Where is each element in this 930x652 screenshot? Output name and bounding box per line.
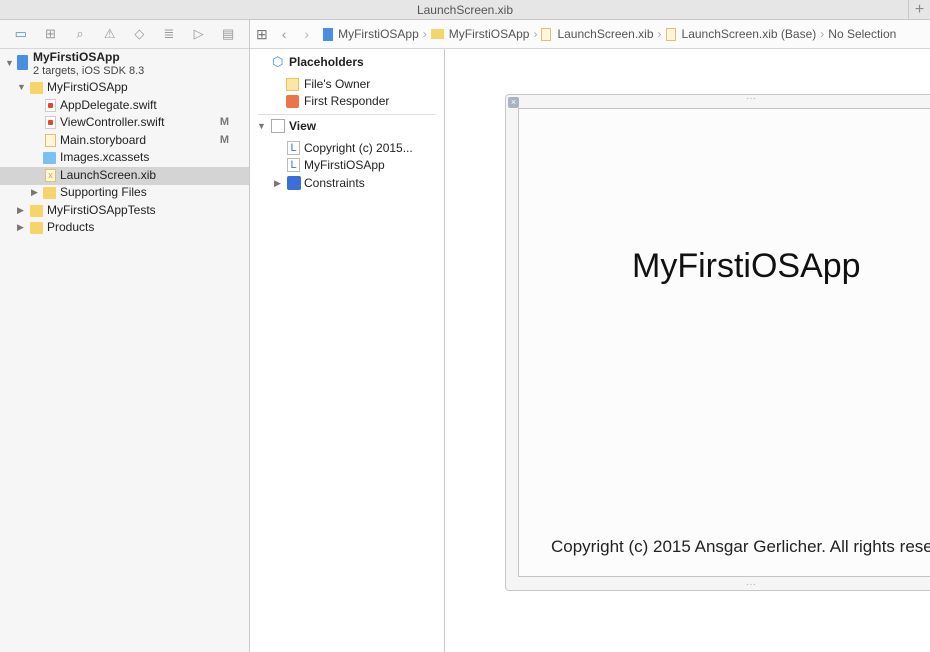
launch-view[interactable]: MyFirstiOSApp Copyright (c) 2015 Ansgar … xyxy=(518,108,930,577)
breadcrumb-selection[interactable]: No Selection xyxy=(828,27,896,41)
disclosure-closed-icon[interactable]: ▶ xyxy=(31,184,38,202)
outline-first-responder[interactable]: First Responder xyxy=(250,92,444,110)
item-label: MyFirstiOSAppTests xyxy=(47,203,156,217)
project-icon xyxy=(17,55,28,70)
drag-handle[interactable]: ··· xyxy=(746,93,756,104)
constraints-icon xyxy=(287,176,301,190)
outline-view[interactable]: ▼ View xyxy=(250,117,444,135)
drag-handle[interactable]: ··· xyxy=(746,579,756,590)
outline-placeholders[interactable]: ⬡ Placeholders xyxy=(250,53,444,71)
project-icon xyxy=(323,27,334,41)
item-label: Products xyxy=(47,220,95,234)
disclosure-closed-icon[interactable]: ▶ xyxy=(17,202,24,220)
outline-label[interactable]: L MyFirstiOSApp xyxy=(250,156,444,174)
item-label: Images.xcassets xyxy=(60,150,150,164)
item-label: AppDelegate.swift xyxy=(60,98,157,112)
item-label: MyFirstiOSApp xyxy=(47,80,128,94)
folder-icon xyxy=(30,222,43,234)
folder-icon xyxy=(30,205,43,217)
close-icon[interactable]: × xyxy=(508,97,519,108)
copyright-label[interactable]: Copyright (c) 2015 Ansgar Gerlicher. All… xyxy=(551,537,930,557)
item-label: MyFirstiOSApp xyxy=(304,158,385,172)
disclosure-open-icon[interactable]: ▼ xyxy=(5,55,14,73)
item-label: File's Owner xyxy=(304,77,371,91)
modified-badge: M xyxy=(219,134,229,146)
nav-item-group[interactable]: ▼ MyFirstiOSApp xyxy=(0,79,249,97)
item-label: View xyxy=(289,119,317,133)
item-label: Placeholders xyxy=(289,55,364,69)
hierarchy-icon[interactable]: ⊞ xyxy=(42,27,58,41)
outline-constraints[interactable]: ▶ Constraints xyxy=(250,174,444,192)
breadcrumb-file[interactable]: LaunchScreen.xib xyxy=(557,27,653,41)
forward-button[interactable]: › xyxy=(304,26,309,42)
first-responder-icon xyxy=(286,95,299,108)
label-icon: L xyxy=(287,158,300,172)
search-icon[interactable]: ⌕ xyxy=(72,27,88,41)
project-navigator: ▭ ⊞ ⌕ ⚠ ◇ ≣ ▷ ▤ ▼ MyFirstiOSApp 2 target… xyxy=(0,20,250,652)
nav-item-group[interactable]: ▶ Supporting Files xyxy=(0,184,249,202)
back-button[interactable]: ‹ xyxy=(282,26,287,42)
label-icon: L xyxy=(287,141,300,155)
xib-file-icon xyxy=(665,27,676,41)
item-label: LaunchScreen.xib xyxy=(60,168,157,182)
item-label: First Responder xyxy=(304,94,390,108)
asset-catalog-icon xyxy=(43,152,56,164)
project-name: MyFirstiOSApp xyxy=(33,50,120,64)
disclosure-closed-icon[interactable]: ▶ xyxy=(274,174,281,192)
outline-label[interactable]: L Copyright (c) 2015... xyxy=(250,139,444,157)
project-root[interactable]: ▼ MyFirstiOSApp 2 targets, iOS SDK 8.3 xyxy=(0,50,249,80)
files-owner-icon xyxy=(286,78,299,91)
item-label: Supporting Files xyxy=(60,185,147,199)
test-icon[interactable]: ◇ xyxy=(131,27,147,41)
item-label: Copyright (c) 2015... xyxy=(304,141,413,155)
navigator-toolbar: ▭ ⊞ ⌕ ⚠ ◇ ≣ ▷ ▤ xyxy=(0,20,249,49)
swift-file-icon xyxy=(45,99,56,112)
app-title-label[interactable]: MyFirstiOSApp xyxy=(632,247,861,286)
folder-icon[interactable]: ▭ xyxy=(13,27,29,41)
report-icon[interactable]: ▤ xyxy=(220,27,236,41)
warning-icon[interactable]: ⚠ xyxy=(102,27,118,41)
view-icon xyxy=(271,119,285,133)
window-title: LaunchScreen.xib xyxy=(0,0,930,20)
debug-icon[interactable]: ≣ xyxy=(161,27,177,41)
folder-icon xyxy=(430,29,444,39)
nav-item-group[interactable]: ▶ MyFirstiOSAppTests xyxy=(0,202,249,220)
item-label: Main.storyboard xyxy=(60,133,147,147)
nav-item-file-selected[interactable]: x LaunchScreen.xib xyxy=(0,167,249,185)
related-items-icon[interactable]: ⊞ xyxy=(256,26,268,43)
add-tab-button[interactable]: + xyxy=(908,0,930,20)
storyboard-file-icon xyxy=(45,134,56,147)
folder-icon xyxy=(43,187,56,199)
disclosure-closed-icon[interactable]: ▶ xyxy=(17,219,24,237)
breadcrumb-project[interactable]: MyFirstiOSApp xyxy=(338,27,419,41)
breadcrumb-localization[interactable]: LaunchScreen.xib (Base) xyxy=(682,27,817,41)
item-label: ViewController.swift xyxy=(60,115,165,129)
disclosure-open-icon[interactable]: ▼ xyxy=(17,79,26,97)
xib-file-icon: x xyxy=(45,169,56,182)
breakpoint-icon[interactable]: ▷ xyxy=(191,27,207,41)
swift-file-icon xyxy=(45,116,56,129)
folder-icon xyxy=(30,82,43,94)
nav-item-group[interactable]: ▶ Products xyxy=(0,219,249,237)
modified-badge: M xyxy=(219,116,229,128)
breadcrumb-group[interactable]: MyFirstiOSApp xyxy=(449,27,530,41)
cube-icon: ⬡ xyxy=(272,54,284,69)
disclosure-open-icon[interactable]: ▼ xyxy=(257,117,266,135)
outline-files-owner[interactable]: File's Owner xyxy=(250,75,444,93)
project-subtitle: 2 targets, iOS SDK 8.3 xyxy=(33,65,145,77)
xib-file-icon xyxy=(541,27,552,41)
jump-bar: ⊞ ‹ › MyFirstiOSApp › MyFirstiOSApp › Laun… xyxy=(250,20,930,49)
divider xyxy=(258,114,435,115)
nav-item-file[interactable]: ViewController.swift M xyxy=(0,114,249,132)
nav-item-file[interactable]: AppDelegate.swift xyxy=(0,97,249,115)
nav-item-file[interactable]: Images.xcassets xyxy=(0,149,249,167)
document-outline: ⬡ Placeholders File's Owner First Respon… xyxy=(250,49,445,652)
item-label: Constraints xyxy=(304,176,365,190)
nav-item-file[interactable]: Main.storyboard M xyxy=(0,132,249,150)
